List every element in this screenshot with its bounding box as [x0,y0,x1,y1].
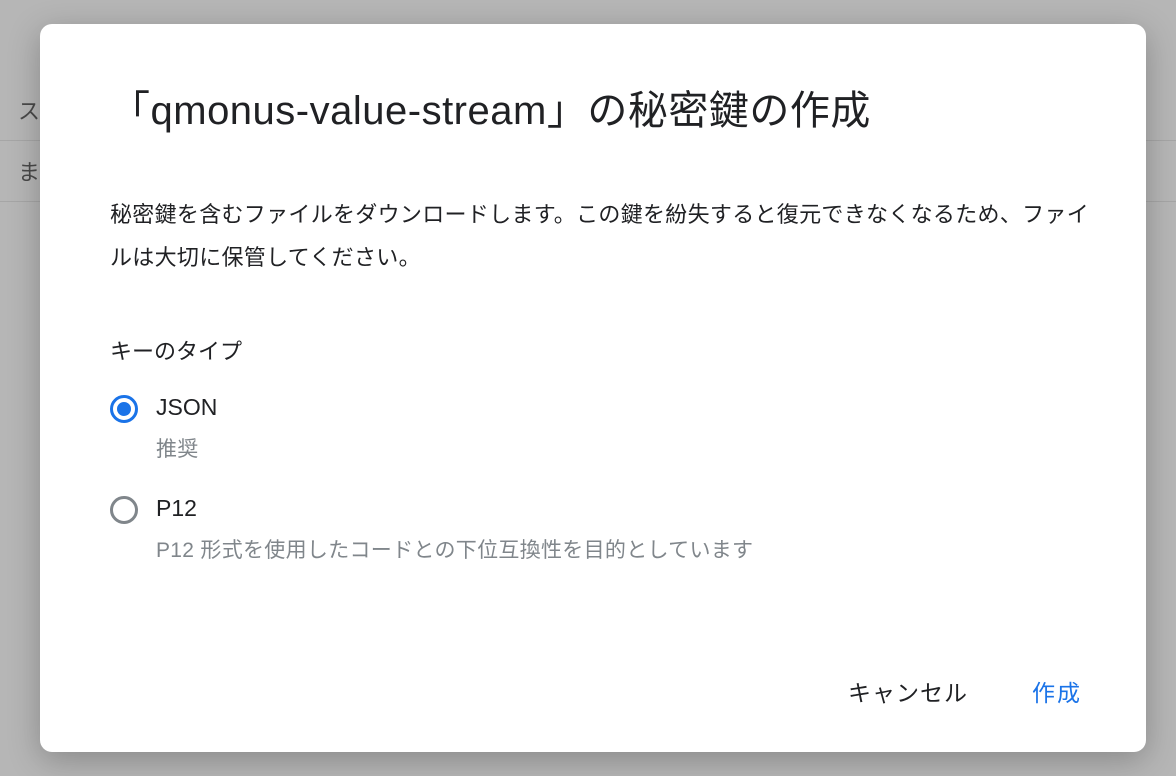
dialog-actions: キャンセル 作成 [80,666,1106,716]
dialog-title: 「qmonus-value-stream」の秘密鍵の作成 [110,78,1106,136]
create-private-key-dialog: 「qmonus-value-stream」の秘密鍵の作成 秘密鍵を含むファイルを… [40,24,1146,752]
radio-button-icon [110,395,138,423]
key-type-radio-group: JSON 推奨 P12 P12 形式を使用したコードとの下位互換性を目的としてい… [110,394,1106,596]
radio-sublabel: P12 形式を使用したコードとの下位互換性を目的としています [156,534,753,564]
radio-option-p12[interactable]: P12 P12 形式を使用したコードとの下位互換性を目的としています [110,495,1106,564]
key-type-label: キーのタイプ [110,334,1106,366]
create-button[interactable]: 作成 [1028,666,1086,716]
radio-button-icon [110,496,138,524]
radio-sublabel: 推奨 [156,433,217,463]
radio-label: P12 [156,495,753,522]
dialog-description: 秘密鍵を含むファイルをダウンロードします。この鍵を紛失すると復元できなくなるため… [110,194,1106,280]
radio-label: JSON [156,394,217,421]
radio-content: JSON 推奨 [156,394,217,463]
radio-option-json[interactable]: JSON 推奨 [110,394,1106,463]
radio-content: P12 P12 形式を使用したコードとの下位互換性を目的としています [156,495,753,564]
cancel-button[interactable]: キャンセル [844,666,972,716]
